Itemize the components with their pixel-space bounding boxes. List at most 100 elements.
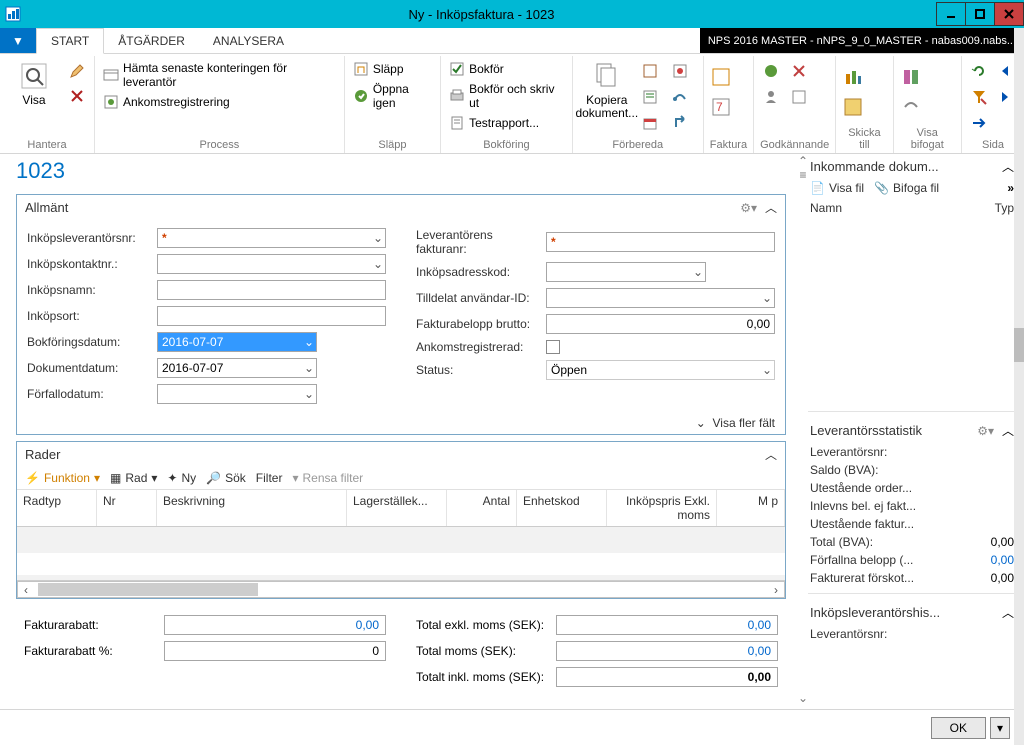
ok-button[interactable]: OK [931,717,986,739]
tab-start[interactable]: START [36,28,104,54]
scroll-right-icon[interactable]: › [768,583,784,597]
attached-icon-1[interactable] [900,66,922,88]
vendor-no-input[interactable]: *⌄ [157,228,386,248]
buy-addrcode-input[interactable]: ⌄ [546,262,706,282]
vendor-invno-input[interactable]: * [546,232,775,252]
gear-icon[interactable]: ⚙▾ [740,201,757,215]
sendto-icon-2[interactable] [842,96,864,118]
function-menu[interactable]: ⚡ Funktion ▾ [25,471,100,485]
sendto-icon-1[interactable] [842,66,864,88]
scroll-bottom-icon[interactable]: ⌄ [798,691,808,705]
gear-icon[interactable]: ⚙▾ [977,424,994,438]
prepare-icon-2[interactable] [669,60,691,82]
scroll-thumb[interactable] [38,583,258,596]
app-scrollbar[interactable] [1014,28,1024,745]
view-button[interactable]: Visa [6,56,62,111]
prepaid-value[interactable]: 0,00 [974,571,1014,585]
collapse-icon[interactable]: ︿ [765,199,777,216]
prepare-icon-4[interactable] [669,86,691,108]
get-last-posting-button[interactable]: Hämta senaste konteringen för leverantör [101,60,338,90]
prepare-icon-1[interactable] [639,60,661,82]
minimize-button[interactable] [936,2,966,26]
edit-icon[interactable] [66,60,88,82]
clear-filter-icon[interactable] [968,86,990,108]
delete-icon[interactable] [66,85,88,107]
doc-date-input[interactable]: 2016-07-07⌄ [157,358,317,378]
col-location[interactable]: Lagerställek... [347,490,447,526]
view-file-button[interactable]: 📄 Visa fil [810,181,864,195]
attached-icon-2[interactable] [900,96,922,118]
buy-name-input[interactable] [157,280,386,300]
grid-body[interactable] [17,527,785,581]
line-up-icon[interactable]: ≡ [799,168,806,182]
next-icon[interactable] [994,86,1016,108]
main-v-scroll[interactable]: ⌃ ≡ ⌄ [798,154,808,705]
total-vat-value[interactable]: 0,00 [556,641,778,661]
inv-discount-value[interactable]: 0,00 [164,615,386,635]
clear-filter-button[interactable]: ▾ Rensa filter [292,471,363,485]
collapse-icon[interactable]: ︿ [765,446,777,463]
approve-icon-4[interactable] [788,86,810,108]
contact-no-input[interactable]: ⌄ [157,254,386,274]
close-button[interactable] [994,2,1024,26]
grid-row[interactable] [17,553,785,575]
row-menu[interactable]: ▦ Rad ▾ [110,471,157,485]
prepare-icon-3[interactable] [639,86,661,108]
assigned-user-input[interactable]: ⌄ [546,288,775,308]
overdue-value[interactable]: 0,00 [974,553,1014,567]
status-input[interactable]: Öppen⌄ [546,360,775,380]
scroll-left-icon[interactable]: ‹ [18,583,34,597]
post-button[interactable]: Bokför [447,60,566,78]
invoice-icon-1[interactable] [710,66,732,88]
post-print-button[interactable]: Bokför och skriv ut [447,81,566,111]
approve-icon-2[interactable] [788,60,810,82]
approve-icon-1[interactable] [760,60,782,82]
col-qty[interactable]: Antal [447,490,517,526]
goto-icon[interactable] [968,112,990,134]
col-price[interactable]: Inköpspris Exkl. moms [607,490,717,526]
more-actions-icon[interactable]: » [1007,181,1014,195]
invoice-icon-2[interactable]: 7 [710,96,732,118]
approve-icon-3[interactable] [760,86,782,108]
scroll-thumb[interactable] [1014,328,1024,362]
test-report-button[interactable]: Testrapport... [447,114,566,132]
prepare-icon-6[interactable] [669,112,691,134]
posting-date-input[interactable]: 2016-07-07⌄ [157,332,317,352]
tab-analyze[interactable]: ANALYSERA [199,28,298,53]
arrival-reg-button[interactable]: Ankomstregistrering [101,93,338,111]
collapse-icon[interactable]: ︿ [1002,158,1014,175]
gross-amount-input[interactable]: 0,00 [546,314,775,334]
new-line-button[interactable]: ✦ Ny [167,471,196,485]
copy-document-button[interactable]: Kopiera dokument... [579,56,635,124]
release-button[interactable]: Släpp [351,60,434,78]
inv-discount-pct-value[interactable]: 0 [164,641,386,661]
col-desc[interactable]: Beskrivning [157,490,347,526]
buy-city-input[interactable] [157,306,386,326]
file-menu[interactable]: ▼ [0,28,36,53]
prepare-icon-5[interactable] [639,112,661,134]
refresh-icon[interactable] [968,60,990,82]
due-date-input[interactable]: ⌄ [157,384,317,404]
attach-file-button[interactable]: 📎 Bifoga fil [874,181,939,195]
col-uom[interactable]: Enhetskod [517,490,607,526]
col-type[interactable]: Radtyp [17,490,97,526]
total-bva-value[interactable]: 0,00 [974,535,1014,549]
prev-icon[interactable] [994,60,1016,82]
tab-actions[interactable]: ÅTGÄRDER [104,28,199,53]
maximize-button[interactable] [965,2,995,26]
show-more-fields[interactable]: ⌄ Visa fler fält [17,412,785,434]
col-more[interactable]: M p [717,490,785,526]
incoming-list[interactable] [808,215,1016,405]
reopen-button[interactable]: Öppna igen [351,81,434,111]
ok-dropdown[interactable]: ▾ [990,717,1010,739]
total-excl-value[interactable]: 0,00 [556,615,778,635]
find-button[interactable]: 🔎 Sök [206,471,246,485]
collapse-icon[interactable]: ︿ [1002,422,1014,439]
grid-h-scroll[interactable]: ‹ › [17,581,785,598]
filter-button[interactable]: Filter [256,471,283,485]
scroll-top-icon[interactable]: ⌃ [798,154,808,168]
total-incl-value[interactable]: 0,00 [556,667,778,687]
arrival-reg-checkbox[interactable] [546,340,560,354]
collapse-icon[interactable]: ︿ [1002,604,1014,621]
col-no[interactable]: Nr [97,490,157,526]
